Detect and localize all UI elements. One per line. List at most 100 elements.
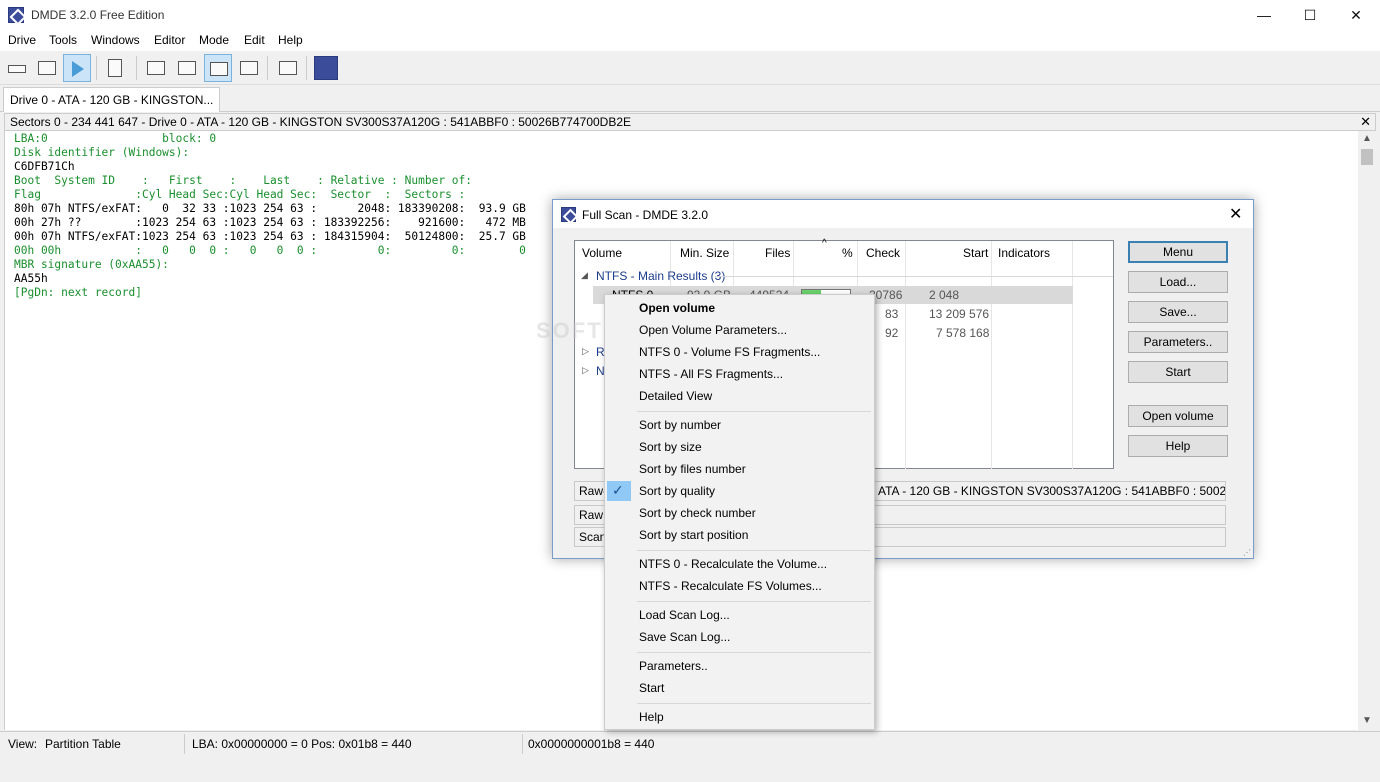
status-separator bbox=[184, 734, 185, 754]
view-label: View: bbox=[8, 737, 38, 751]
menu-help[interactable]: Help bbox=[278, 33, 303, 47]
ctx-sort-by-start-position[interactable]: Sort by start position bbox=[639, 528, 748, 542]
lba-position: LBA: 0x00000000 = 0 Pos: 0x01b8 = 440 bbox=[192, 737, 412, 751]
scan-label: Scan bbox=[579, 530, 607, 544]
column-min-size[interactable]: Min. Size bbox=[680, 246, 729, 260]
column-percent[interactable]: % bbox=[842, 246, 853, 260]
group-ntfs-main-results[interactable]: NTFS - Main Results (3) bbox=[596, 269, 725, 283]
ctx-open-volume[interactable]: Open volume bbox=[639, 301, 715, 315]
dialog-title-bar: Full Scan - DMDE 3.2.0 ✕ bbox=[553, 200, 1253, 228]
column-start[interactable]: Start bbox=[963, 246, 988, 260]
scroll-down-icon[interactable]: ▼ bbox=[1362, 715, 1372, 726]
ctx-sort-by-files-number[interactable]: Sort by files number bbox=[639, 462, 746, 476]
tree-icon[interactable] bbox=[142, 54, 170, 82]
check-icon: ✓ bbox=[612, 482, 624, 498]
menu-separator bbox=[637, 601, 871, 602]
partition-text-line: LBA:0 block: 0 bbox=[14, 132, 217, 145]
collapse-icon[interactable]: ◢ bbox=[581, 270, 588, 281]
menu-editor[interactable]: Editor bbox=[154, 33, 185, 47]
dialog-close-button[interactable]: ✕ bbox=[1229, 204, 1242, 224]
ctx-sort-by-number[interactable]: Sort by number bbox=[639, 418, 721, 432]
ctx-parameters[interactable]: Parameters.. bbox=[639, 659, 708, 673]
dmde-app-icon bbox=[8, 7, 24, 23]
partition-text-line: MBR signature (0xAA55): bbox=[14, 258, 169, 271]
drive-tab-strip: Drive 0 - ATA - 120 GB - KINGSTON... bbox=[0, 85, 1380, 112]
row-start: 7 578 168 bbox=[936, 326, 990, 340]
scroll-up-icon[interactable]: ▲ bbox=[1362, 133, 1372, 144]
toolbar-separator bbox=[306, 56, 307, 80]
status-separator bbox=[522, 734, 523, 754]
close-button[interactable]: ✕ bbox=[1333, 0, 1379, 31]
menu-separator bbox=[637, 703, 871, 704]
close-icon[interactable]: ✕ bbox=[1360, 114, 1371, 130]
partitions-icon[interactable] bbox=[33, 54, 61, 82]
ctx-start[interactable]: Start bbox=[639, 681, 664, 695]
column-files[interactable]: Files bbox=[765, 246, 790, 260]
toolbar-separator bbox=[136, 56, 137, 80]
partition-text-line: 00h 00h : 0 0 0 : 0 0 0 : 0: 0: 0 bbox=[14, 244, 526, 257]
ctx-save-scan-log[interactable]: Save Scan Log... bbox=[639, 630, 730, 644]
copy-sectors-icon[interactable] bbox=[274, 54, 302, 82]
menu-tools[interactable]: Tools bbox=[49, 33, 77, 47]
menu-separator bbox=[637, 550, 871, 551]
group-divider bbox=[715, 276, 1113, 277]
sectors-header: Sectors 0 - 234 441 647 - Drive 0 - ATA … bbox=[4, 113, 1376, 131]
context-menu: ✓ Open volume Open Volume Parameters... … bbox=[604, 294, 875, 730]
ctx-recalculate-volume[interactable]: NTFS 0 - Recalculate the Volume... bbox=[639, 557, 827, 571]
start-button[interactable]: Start bbox=[1128, 361, 1228, 383]
ctx-detailed-view[interactable]: Detailed View bbox=[639, 389, 712, 403]
raw-label: Raw: bbox=[579, 508, 607, 522]
dmde-logo-icon[interactable] bbox=[312, 54, 340, 82]
ctx-volume-fs-fragments[interactable]: NTFS 0 - Volume FS Fragments... bbox=[639, 345, 820, 359]
menu-windows[interactable]: Windows bbox=[91, 33, 140, 47]
hex-view-icon[interactable] bbox=[204, 54, 232, 82]
play-icon[interactable] bbox=[63, 54, 91, 82]
ctx-recalculate-fs-volumes[interactable]: NTFS - Recalculate FS Volumes... bbox=[639, 579, 822, 593]
open-drive-icon[interactable] bbox=[3, 54, 31, 82]
menu-bar: Drive Tools Windows Editor Mode Edit Hel… bbox=[0, 31, 1380, 51]
ctx-all-fs-fragments[interactable]: NTFS - All FS Fragments... bbox=[639, 367, 783, 381]
menu-drive[interactable]: Drive bbox=[8, 33, 36, 47]
offset-value: 0x0000000001b8 = 440 bbox=[528, 737, 655, 751]
toolbar-separator bbox=[96, 56, 97, 80]
drive-tab[interactable]: Drive 0 - ATA - 120 GB - KINGSTON... bbox=[3, 87, 221, 112]
ctx-sort-by-quality[interactable]: Sort by quality bbox=[639, 484, 715, 498]
vertical-scrollbar[interactable]: ▲ ▼ bbox=[1358, 131, 1376, 730]
window-title: DMDE 3.2.0 Free Edition bbox=[31, 8, 165, 22]
column-indicators[interactable]: Indicators bbox=[998, 246, 1050, 260]
expand-icon[interactable]: ▷ bbox=[582, 365, 589, 376]
ctx-open-volume-parameters[interactable]: Open Volume Parameters... bbox=[639, 323, 787, 337]
menu-button[interactable]: Menu bbox=[1128, 241, 1228, 263]
minimize-button[interactable]: — bbox=[1241, 0, 1287, 31]
expand-icon[interactable]: ▷ bbox=[582, 346, 589, 357]
menu-mode[interactable]: Mode bbox=[199, 33, 229, 47]
partition-text-line: AA55h bbox=[14, 272, 48, 285]
menu-edit[interactable]: Edit bbox=[244, 33, 265, 47]
partition-text-line: Flag :Cyl Head Sec:Cyl Head Sec: Sector … bbox=[14, 188, 466, 201]
save-button[interactable]: Save... bbox=[1128, 301, 1228, 323]
resize-grip-icon[interactable]: ⋰ bbox=[1243, 548, 1251, 557]
column-volume[interactable]: Volume bbox=[582, 246, 622, 260]
column-check[interactable]: Check bbox=[866, 246, 900, 260]
ctx-help[interactable]: Help bbox=[639, 710, 664, 724]
ctx-load-scan-log[interactable]: Load Scan Log... bbox=[639, 608, 730, 622]
menu-separator bbox=[637, 652, 871, 653]
partition-text-line: Boot System ID : First : Last : Relative… bbox=[14, 174, 473, 187]
maximize-button[interactable]: ☐ bbox=[1287, 0, 1333, 31]
list-icon[interactable] bbox=[173, 54, 201, 82]
partition-text-line: C6DFB71Ch bbox=[14, 160, 75, 173]
parameters-button[interactable]: Parameters.. bbox=[1128, 331, 1228, 353]
source-drive-info: ATA - 120 GB - KINGSTON SV300S37A120G : … bbox=[878, 484, 1226, 498]
ctx-sort-by-size[interactable]: Sort by size bbox=[639, 440, 702, 454]
view-value: Partition Table bbox=[45, 737, 121, 751]
open-volume-button[interactable]: Open volume bbox=[1128, 405, 1228, 427]
new-file-icon[interactable] bbox=[103, 54, 131, 82]
find-icon[interactable] bbox=[235, 54, 263, 82]
load-button[interactable]: Load... bbox=[1128, 271, 1228, 293]
partition-text-line: Disk identifier (Windows): bbox=[14, 146, 190, 159]
scroll-thumb[interactable] bbox=[1361, 149, 1373, 165]
ctx-sort-by-check-number[interactable]: Sort by check number bbox=[639, 506, 756, 520]
help-button[interactable]: Help bbox=[1128, 435, 1228, 457]
status-bar: View: Partition Table LBA: 0x00000000 = … bbox=[0, 731, 1380, 755]
partition-text-line: 00h 27h ?? :1023 254 63 :1023 254 63 : 1… bbox=[14, 216, 526, 229]
